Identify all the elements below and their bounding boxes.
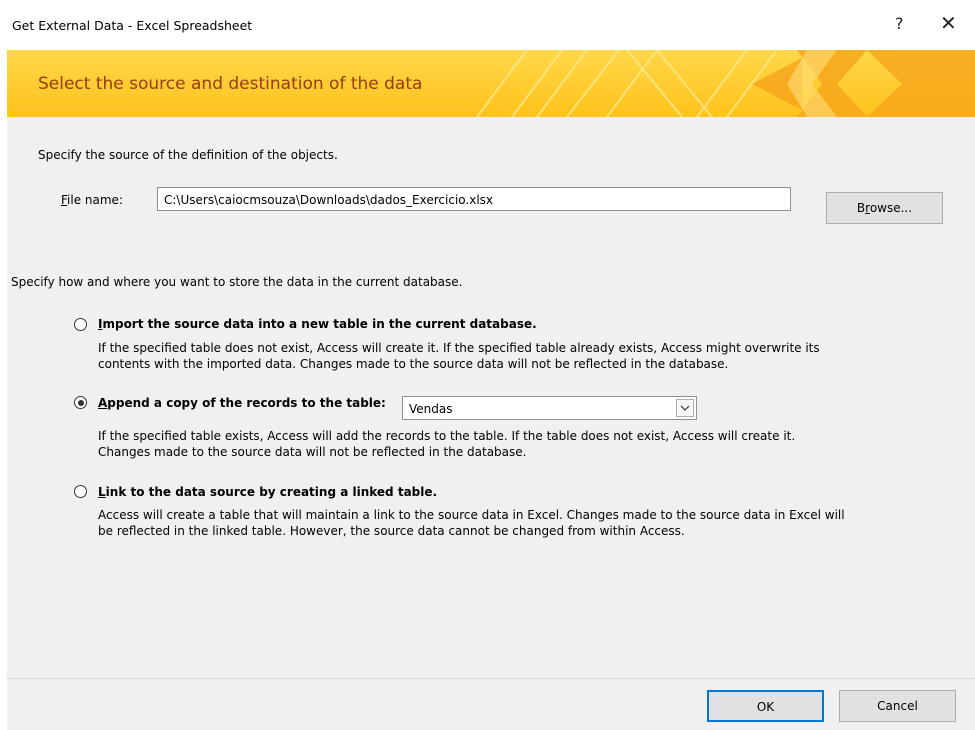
help-button[interactable]: ? (895, 14, 904, 33)
title-bar: Get External Data - Excel Spreadsheet ? … (0, 0, 975, 50)
import-option-label[interactable]: Import the source data into a new table … (98, 317, 537, 331)
file-name-input[interactable]: C:\Users\caiocmsouza\Downloads\dados_Exe… (157, 187, 791, 211)
import-description-line-1: If the specified table does not exist, A… (98, 341, 820, 355)
link-description-line-2: be reflected in the linked table. Howeve… (98, 524, 685, 538)
append-option-label[interactable]: Append a copy of the records to the tabl… (98, 396, 386, 410)
window-title: Get External Data - Excel Spreadsheet (12, 18, 253, 33)
radio-selected-dot (77, 399, 84, 406)
append-description-line-1: If the specified table exists, Access wi… (98, 429, 796, 443)
ok-button[interactable]: OK (707, 690, 824, 722)
link-option-label[interactable]: Link to the data source by creating a li… (98, 485, 437, 499)
file-name-label: File name: (61, 193, 123, 207)
table-select-value: Vendas (409, 402, 453, 416)
source-instruction: Specify the source of the definition of … (38, 148, 338, 162)
content-panel: Specify the source of the definition of … (7, 117, 975, 678)
file-name-value: C:\Users\caiocmsouza\Downloads\dados_Exe… (164, 193, 494, 207)
link-radio[interactable] (74, 485, 87, 498)
header-banner: Select the source and destination of the… (7, 50, 975, 117)
chevron-down-icon[interactable] (676, 399, 694, 417)
table-select[interactable]: Vendas (402, 396, 697, 420)
dialog-footer: OK Cancel (7, 678, 975, 730)
import-radio[interactable] (74, 318, 87, 331)
banner-title: Select the source and destination of the… (38, 74, 423, 94)
link-description-line-1: Access will create a table that will mai… (98, 508, 845, 522)
import-description-line-2: contents with the imported data. Changes… (98, 357, 729, 371)
append-radio[interactable] (74, 396, 87, 409)
close-button[interactable]: ✕ (940, 11, 957, 35)
cancel-button[interactable]: Cancel (839, 690, 956, 722)
browse-button[interactable]: Browse... (826, 192, 943, 224)
storage-instruction: Specify how and where you want to store … (11, 275, 463, 289)
append-description-line-2: Changes made to the source data will not… (98, 445, 527, 459)
